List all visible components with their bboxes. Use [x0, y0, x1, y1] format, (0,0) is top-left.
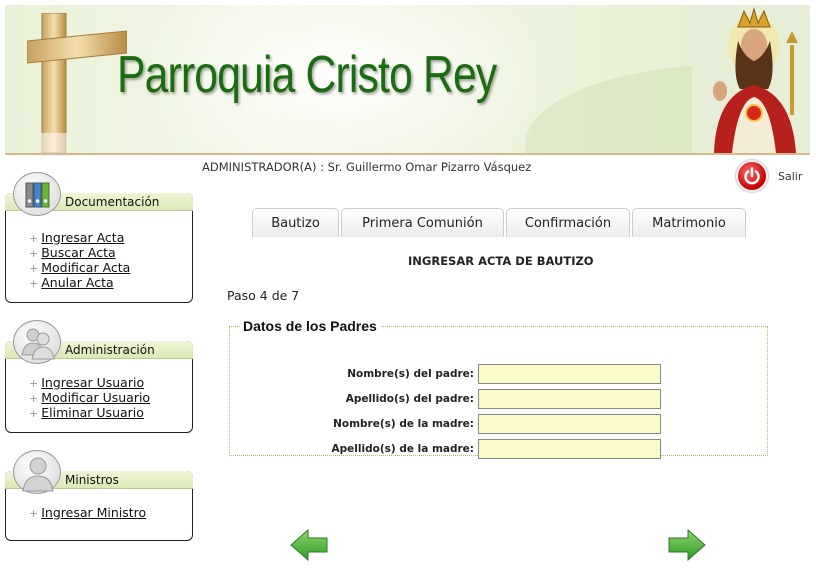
header-banner: Parroquia Cristo Rey [5, 5, 810, 155]
menu-item-eliminar-usuario[interactable]: + Eliminar Usuario [29, 406, 150, 421]
row-padre-apellido: Apellido(s) del padre: [230, 389, 661, 409]
fieldset-title: Datos de los Padres [243, 318, 377, 334]
input-madre-apellido[interactable] [478, 439, 661, 459]
tab-primera-comunion[interactable]: Primera Comunión [341, 208, 504, 237]
panel-ministros: Ministros + Ingresar Ministro [5, 450, 193, 542]
administracion-menu: + Ingresar Usuario + Modificar Usuario + El… [29, 376, 150, 421]
ministros-menu: + Ingresar Ministro [29, 506, 146, 521]
cross-logo-icon [27, 13, 127, 153]
link-buscar-acta[interactable]: Buscar Acta [41, 245, 115, 260]
site-title: Parroquia Cristo Rey [117, 46, 497, 104]
menu-item-buscar-acta[interactable]: + Buscar Acta [29, 246, 130, 261]
menu-item-modificar-acta[interactable]: + Modificar Acta [29, 261, 130, 276]
christ-king-image [692, 5, 810, 153]
link-ingresar-usuario[interactable]: Ingresar Usuario [41, 375, 144, 390]
tab-matrimonio[interactable]: Matrimonio [632, 208, 746, 237]
panel-documentacion: Documentación + Ingresar Acta + Buscar Act… [5, 172, 193, 304]
row-padre-nombre: Nombre(s) del padre: [230, 364, 661, 384]
page-title: INGRESAR ACTA DE BAUTIZO [408, 254, 594, 268]
arrow-right-icon[interactable] [668, 528, 706, 562]
parents-data-fieldset: Datos de los Padres Nombre(s) del padre:… [229, 318, 768, 459]
documentacion-menu: + Ingresar Acta + Buscar Acta + Modificar A… [29, 231, 130, 291]
input-padre-apellido[interactable] [478, 389, 661, 409]
tab-confirmacion[interactable]: Confirmación [506, 208, 630, 237]
panel-ministros-title: Ministros [65, 473, 119, 487]
logout-button[interactable]: Salir [736, 160, 802, 192]
input-padre-nombre[interactable] [478, 364, 661, 384]
menu-item-ingresar-acta[interactable]: + Ingresar Acta [29, 231, 130, 246]
link-modificar-acta[interactable]: Modificar Acta [41, 260, 130, 275]
panel-administracion: Administración + Ingresar Usuario + Modifi… [5, 320, 193, 435]
sacrament-tabs: Bautizo Primera Comunión Confirmación Ma… [252, 208, 746, 237]
step-indicator: Paso 4 de 7 [227, 288, 300, 303]
link-ingresar-ministro[interactable]: Ingresar Ministro [41, 505, 146, 520]
logout-label[interactable]: Salir [778, 170, 802, 183]
binders-icon [13, 172, 61, 216]
power-icon[interactable] [736, 160, 768, 192]
link-ingresar-acta[interactable]: Ingresar Acta [41, 230, 124, 245]
link-eliminar-usuario[interactable]: Eliminar Usuario [41, 405, 144, 420]
logged-user-label: ADMINISTRADOR(A) : Sr. Guillermo Omar Pi… [202, 160, 532, 174]
menu-item-ingresar-usuario[interactable]: + Ingresar Usuario [29, 376, 150, 391]
menu-item-modificar-usuario[interactable]: + Modificar Usuario [29, 391, 150, 406]
link-modificar-usuario[interactable]: Modificar Usuario [41, 390, 150, 405]
menu-item-ingresar-ministro[interactable]: + Ingresar Ministro [29, 506, 146, 521]
panel-documentacion-title: Documentación [65, 195, 160, 209]
tab-bautizo[interactable]: Bautizo [252, 208, 339, 237]
row-madre-nombre: Nombre(s) de la madre: [230, 414, 661, 434]
row-madre-apellido: Apellido(s) de la madre: [230, 439, 661, 459]
panel-administracion-title: Administración [65, 343, 155, 357]
input-madre-nombre[interactable] [478, 414, 661, 434]
arrow-left-icon[interactable] [290, 528, 328, 562]
label-madre-apellido: Apellido(s) de la madre: [331, 443, 474, 455]
label-padre-nombre: Nombre(s) del padre: [347, 368, 474, 380]
link-anular-acta[interactable]: Anular Acta [41, 275, 113, 290]
menu-item-anular-acta[interactable]: + Anular Acta [29, 276, 130, 291]
label-padre-apellido: Apellido(s) del padre: [345, 393, 474, 405]
user-icon [13, 450, 61, 494]
label-madre-nombre: Nombre(s) de la madre: [333, 418, 474, 430]
users-icon [13, 320, 61, 364]
